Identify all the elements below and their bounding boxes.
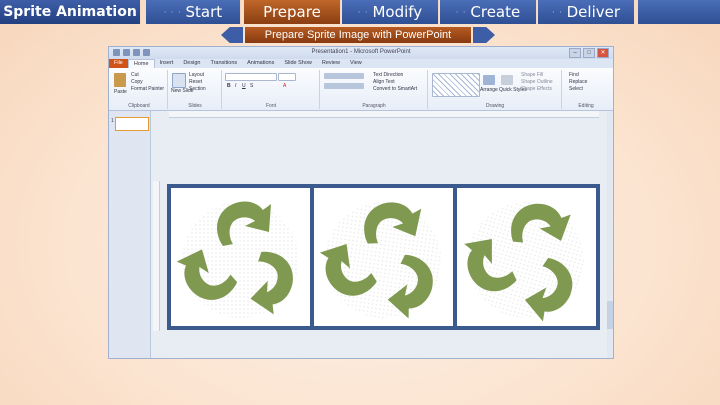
tab-dots-icon: · · <box>551 7 563 17</box>
recycle-arrows-icon <box>457 188 596 326</box>
layout-button[interactable]: Layout <box>189 72 204 78</box>
tab-dots-icon: · · · <box>163 7 182 17</box>
slides-group-label: Slides <box>188 103 202 109</box>
shadow-icon[interactable]: S <box>250 83 253 89</box>
tab-prepare-label: Prepare <box>263 3 321 21</box>
ribbon-tab-file[interactable]: File <box>109 59 128 68</box>
shape-effects-button[interactable]: Shape Effects <box>521 86 552 92</box>
ribbon-tab-view[interactable]: View <box>345 59 367 68</box>
ribbon-tab-transitions[interactable]: Transitions <box>205 59 242 68</box>
ribbon: Paste Cut Copy Format Painter Clipboard … <box>109 68 613 111</box>
tab-start-label: Start <box>185 3 223 21</box>
drawing-group-label: Drawing <box>485 103 505 109</box>
ribbon-tabs: File Home Insert Design Transitions Anim… <box>109 59 613 68</box>
ribbon-tab-review[interactable]: Review <box>317 59 345 68</box>
copy-button[interactable]: Copy <box>131 79 143 85</box>
tab-dots-icon: · · <box>357 7 369 17</box>
ribbon-tab-animations[interactable]: Animations <box>242 59 279 68</box>
format-painter-button[interactable]: Format Painter <box>131 86 164 92</box>
tab-create-label: Create <box>470 3 521 21</box>
tab-spacer <box>638 0 720 24</box>
convert-smartart-button[interactable]: Convert to SmartArt <box>373 86 417 92</box>
arrange-icon[interactable] <box>483 75 495 85</box>
clipboard-group-label: Clipboard <box>128 103 150 109</box>
drawing-group: Arrange Quick Styles Shape Fill Shape Ou… <box>429 70 562 109</box>
slide-thumbnail-pane: 1 <box>109 111 151 358</box>
sprite-frame-1 <box>171 188 310 326</box>
close-icon[interactable]: ✕ <box>597 48 609 58</box>
font-group-label: Font <box>265 103 276 109</box>
font-name-field[interactable] <box>225 73 277 81</box>
recycle-arrows-icon <box>314 188 453 326</box>
list-buttons-icon[interactable] <box>324 73 364 79</box>
reset-button[interactable]: Reset <box>189 79 202 85</box>
slides-group: New Slide Layout Reset Section Slides <box>169 70 222 109</box>
cut-button[interactable]: Cut <box>131 72 139 78</box>
tab-prepare[interactable]: Prepare <box>244 0 341 24</box>
sprite-slide <box>167 184 600 330</box>
slide-thumbnail[interactable]: 1 <box>111 117 149 131</box>
window-controls: – □ ✕ <box>569 48 609 58</box>
section-button[interactable]: Section <box>189 86 206 92</box>
tab-modify[interactable]: · · Modify <box>342 0 439 24</box>
top-navigation: Sprite Animation · · · Start Prepare · · M… <box>0 0 720 24</box>
arrange-button[interactable]: Arrange <box>480 87 498 93</box>
paragraph-group-label: Paragraph <box>362 103 386 109</box>
font-size-field[interactable] <box>278 73 296 81</box>
new-slide-icon[interactable] <box>172 73 186 88</box>
italic-icon[interactable]: I <box>235 83 236 89</box>
clipboard-group: Paste Cut Copy Format Painter Clipboard <box>111 70 168 109</box>
subtitle-label: Prepare Sprite Image with PowerPoint <box>245 27 471 43</box>
shape-outline-button[interactable]: Shape Outline <box>521 79 553 85</box>
paste-icon[interactable] <box>114 73 126 87</box>
ribbon-tab-home[interactable]: Home <box>127 59 155 68</box>
shapes-gallery-icon[interactable] <box>432 73 480 97</box>
bold-icon[interactable]: B <box>227 83 231 89</box>
subtitle-bar: Prepare Sprite Image with PowerPoint <box>221 27 495 43</box>
tab-deliver-label: Deliver <box>566 3 621 21</box>
tab-start[interactable]: · · · Start <box>146 0 241 24</box>
title-bar: Presentation1 - Microsoft PowerPoint – □… <box>109 47 613 59</box>
ribbon-tab-insert[interactable]: Insert <box>155 59 179 68</box>
replace-button[interactable]: Replace <box>569 79 587 85</box>
paste-button[interactable]: Paste <box>114 89 127 95</box>
slide-number: 1 <box>111 118 114 124</box>
minimize-icon[interactable]: – <box>569 48 581 58</box>
maximize-icon[interactable]: □ <box>583 48 595 58</box>
app-title: Sprite Animation <box>0 0 141 24</box>
recycle-arrows-icon <box>171 188 310 326</box>
horizontal-ruler <box>169 111 599 118</box>
tab-create[interactable]: · · Create <box>440 0 537 24</box>
select-button[interactable]: Select <box>569 86 583 92</box>
font-color-icon[interactable]: A <box>283 83 286 89</box>
previous-arrow-icon[interactable] <box>221 27 243 43</box>
quick-styles-icon[interactable] <box>501 75 513 85</box>
sprite-frame-2 <box>314 188 453 326</box>
font-group: B I U S A Font <box>223 70 320 109</box>
editing-group: Find Replace Select Editing <box>563 70 609 109</box>
align-buttons-icon[interactable] <box>324 83 364 89</box>
next-arrow-icon[interactable] <box>473 27 495 43</box>
vertical-scrollbar[interactable] <box>607 111 613 358</box>
tab-modify-label: Modify <box>372 3 423 21</box>
shape-fill-button[interactable]: Shape Fill <box>521 72 543 78</box>
tab-deliver[interactable]: · · Deliver <box>538 0 635 24</box>
scrollbar-thumb[interactable] <box>607 301 613 329</box>
find-button[interactable]: Find <box>569 72 579 78</box>
text-direction-button[interactable]: Text Direction <box>373 72 403 78</box>
editing-group-label: Editing <box>578 103 594 109</box>
tab-dots-icon: · · <box>455 7 467 17</box>
ribbon-tab-design[interactable]: Design <box>178 59 205 68</box>
sprite-frame-3 <box>457 188 596 326</box>
window-title: Presentation1 - Microsoft PowerPoint <box>311 49 411 55</box>
vertical-ruler <box>153 181 160 331</box>
align-text-button[interactable]: Align Text <box>373 79 395 85</box>
paragraph-group: Text Direction Align Text Convert to Sma… <box>321 70 428 109</box>
underline-icon[interactable]: U <box>242 83 246 89</box>
ribbon-tab-slide-show[interactable]: Slide Show <box>279 59 317 68</box>
